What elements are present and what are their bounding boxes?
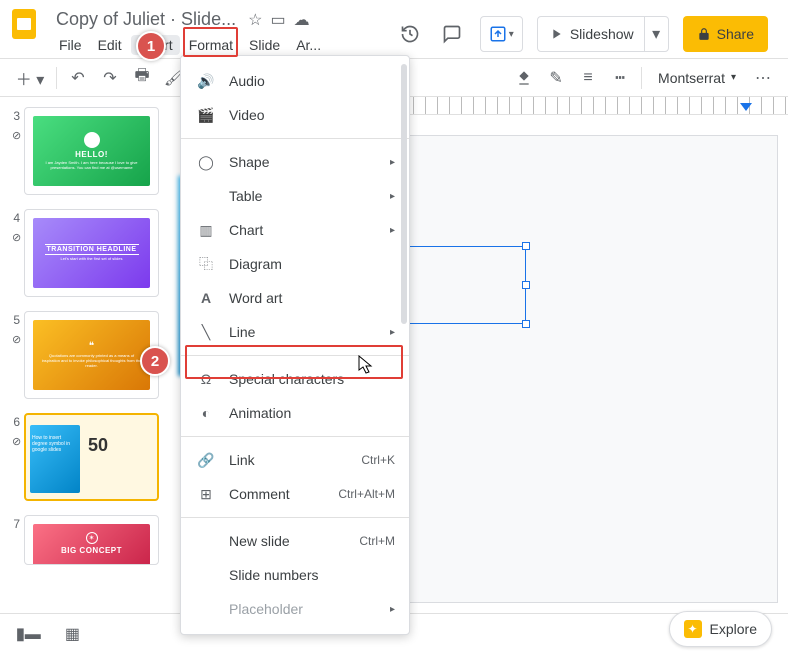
explore-star-icon: ✦	[684, 620, 702, 638]
slideshow-button[interactable]: Slideshow	[538, 26, 644, 42]
present-up-button[interactable]: ▾	[480, 16, 523, 52]
thumb-number: 7	[8, 515, 20, 565]
insert-table[interactable]: Table	[181, 179, 409, 213]
share-label: Share	[717, 26, 754, 42]
insert-chart[interactable]: ▥Chart	[181, 213, 409, 247]
slides-logo[interactable]	[12, 8, 36, 40]
resize-handle[interactable]	[522, 281, 530, 289]
menu-edit[interactable]: Edit	[91, 35, 129, 55]
slide-thumb-5[interactable]: ❝Quotations are commonly printed as a me…	[24, 311, 159, 399]
slide-thumb-4[interactable]: TRANSITION HEADLINELet's start with the …	[24, 209, 159, 297]
cloud-status-icon: ☁	[294, 10, 310, 30]
insert-placeholder: Placeholder	[181, 592, 409, 626]
menu-file[interactable]: File	[52, 35, 89, 55]
history-icon[interactable]	[396, 20, 424, 48]
menu-slide[interactable]: Slide	[242, 35, 287, 55]
slide-thumb-6[interactable]: How to insert degree symbol in google sl…	[24, 413, 159, 501]
link-icon: ⊘	[12, 129, 21, 142]
redo-tool[interactable]: ↷	[95, 63, 125, 93]
border-dash-tool[interactable]: ┅	[605, 63, 635, 93]
indent-marker-right[interactable]	[740, 103, 752, 111]
font-family-selector[interactable]: Montserrat ▾	[648, 70, 746, 86]
annotation-rect-insert	[183, 27, 238, 57]
border-color-tool[interactable]: ✎	[541, 63, 571, 93]
insert-slide-numbers[interactable]: Slide numbers	[181, 558, 409, 592]
star-icon[interactable]: ☆	[248, 10, 262, 30]
share-button[interactable]: Share	[683, 16, 768, 52]
thumb-number: 3	[8, 107, 20, 195]
thumb-number: 5	[8, 311, 20, 399]
slideshow-label: Slideshow	[570, 26, 634, 42]
thumb-number: 4	[8, 209, 20, 297]
insert-new-slide[interactable]: New slideCtrl+M	[181, 524, 409, 558]
more-tools[interactable]: ⋯	[748, 63, 778, 93]
link-icon: ⊘	[12, 333, 21, 346]
link-icon: ⊘	[12, 435, 21, 448]
fill-color-tool[interactable]	[509, 63, 539, 93]
annotation-step-1: 1	[136, 31, 166, 61]
slide-thumb-7[interactable]: ✶BIG CONCEPT	[24, 515, 159, 565]
explore-button[interactable]: ✦ Explore	[669, 611, 772, 647]
link-icon: ⊘	[12, 231, 21, 244]
new-slide-tool[interactable]: ＋ ▾	[10, 63, 50, 93]
menu-arrange[interactable]: Ar...	[289, 35, 328, 55]
insert-animation[interactable]: ◐Animation	[181, 396, 409, 430]
insert-link[interactable]: 🔗LinkCtrl+K	[181, 443, 409, 477]
resize-handle[interactable]	[522, 242, 530, 250]
print-tool[interactable]: 🖶	[127, 63, 157, 93]
resize-handle[interactable]	[522, 320, 530, 328]
comments-icon[interactable]	[438, 20, 466, 48]
filmstrip-view-icon[interactable]: ▮▬	[16, 624, 41, 644]
insert-video[interactable]: 🎬Video	[181, 98, 409, 132]
slide-thumb-3[interactable]: HELLO!I am Jayden Smith. I am here becau…	[24, 107, 159, 195]
insert-shape[interactable]: ◯Shape	[181, 145, 409, 179]
slideshow-dropdown[interactable]: ▾	[644, 17, 668, 51]
thumb-number: 6	[8, 413, 20, 501]
insert-wordart[interactable]: AWord art	[181, 281, 409, 315]
insert-comment[interactable]: ⊞CommentCtrl+Alt+M	[181, 477, 409, 511]
explore-label: Explore	[710, 621, 757, 637]
insert-diagram[interactable]: ⿻Diagram	[181, 247, 409, 281]
undo-tool[interactable]: ↶	[63, 63, 93, 93]
move-folder-icon[interactable]: ▭	[270, 10, 285, 30]
mouse-cursor-icon	[358, 355, 374, 380]
font-name: Montserrat	[658, 70, 725, 86]
insert-audio[interactable]: 🔊Audio	[181, 64, 409, 98]
grid-view-icon[interactable]: ▦	[65, 624, 80, 644]
border-weight-tool[interactable]: ≡	[573, 63, 603, 93]
annotation-step-2: 2	[140, 346, 170, 376]
insert-line[interactable]: ╲Line	[181, 315, 409, 349]
